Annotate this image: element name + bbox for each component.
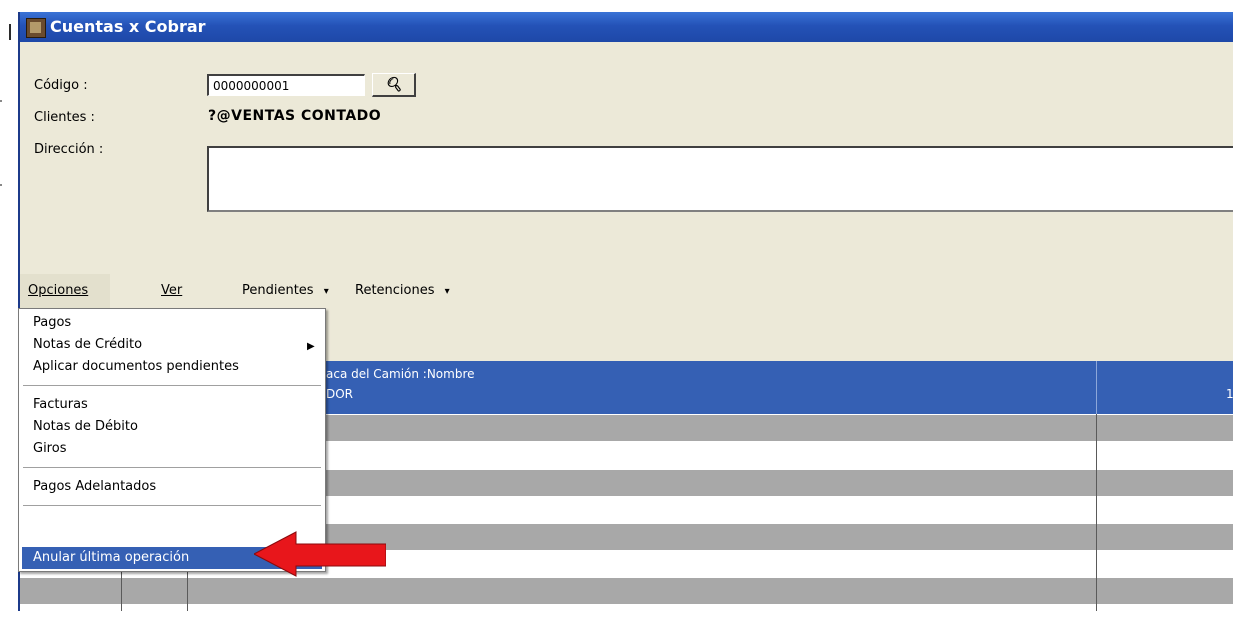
table-row[interactable]: [20, 604, 1233, 630]
submenu-arrow-icon: ▶: [307, 341, 315, 352]
window-edge-fragment: [9, 24, 11, 40]
codigo-input[interactable]: 0000000001: [207, 74, 365, 96]
menu-item-giros[interactable]: Giros: [33, 441, 66, 456]
column-separator: [1096, 361, 1097, 414]
window-title: Cuentas x Cobrar: [50, 17, 206, 36]
title-bar[interactable]: Cuentas x Cobrar: [20, 12, 1233, 42]
red-pointer-arrow-icon: [254, 531, 386, 577]
menu-ver-label: Ver: [161, 283, 183, 298]
edge-dot: [0, 184, 2, 186]
grid-header-label: 1: [1226, 387, 1233, 401]
menu-pendientes-label: Pendientes: [242, 283, 314, 298]
direccion-field[interactable]: [207, 146, 1233, 212]
desktop-left-edge: [0, 0, 12, 611]
menu-item-notas-de-debito[interactable]: Notas de Débito: [33, 419, 138, 434]
menu-separator: [23, 505, 321, 509]
codigo-label: Código :: [34, 78, 88, 93]
chevron-down-icon: ▾: [444, 286, 450, 297]
cliente-value: ?@VENTAS CONTADO: [208, 108, 382, 124]
menu-item-notas-de-credito[interactable]: Notas de Crédito: [33, 337, 142, 352]
binoculars-icon: 🔍︎: [384, 77, 403, 93]
menu-retenciones-label: Retenciones: [355, 283, 435, 298]
menu-separator: [23, 467, 321, 471]
edge-dot: [0, 100, 2, 102]
grid-header-label: DOR: [326, 387, 354, 401]
menu-opciones[interactable]: Opciones: [28, 283, 88, 298]
menu-ver[interactable]: Ver: [161, 283, 182, 298]
app-icon[interactable]: [26, 18, 46, 38]
menu-item-facturas[interactable]: Facturas: [33, 397, 88, 412]
table-row[interactable]: [20, 578, 1233, 604]
column-gridline: [1096, 414, 1097, 611]
menu-retenciones[interactable]: Retenciones ▾: [355, 283, 450, 298]
direccion-label: Dirección :: [34, 142, 104, 157]
menu-separator: [23, 385, 321, 389]
header-form: Código : 0000000001 🔍︎ Clientes : ?@VENT…: [20, 42, 1233, 274]
grid-header-label: aca del Camión :Nombre: [326, 367, 475, 381]
lookup-button[interactable]: 🔍︎: [372, 73, 416, 97]
menu-opciones-label: Opciones: [28, 283, 89, 298]
menu-item-pagos-adelantados[interactable]: Pagos Adelantados: [33, 479, 156, 494]
chevron-down-icon: ▾: [323, 286, 329, 297]
menu-item-pagos[interactable]: Pagos: [33, 315, 71, 330]
menu-pendientes[interactable]: Pendientes ▾: [242, 283, 329, 298]
clientes-label: Clientes :: [34, 110, 95, 125]
menu-item-label: Anular última operación: [33, 550, 190, 565]
menu-bar: Opciones Ver Pendientes ▾ Retenciones ▾: [20, 274, 1233, 308]
menu-item-aplicar-documentos-pendientes[interactable]: Aplicar documentos pendientes: [33, 359, 239, 374]
